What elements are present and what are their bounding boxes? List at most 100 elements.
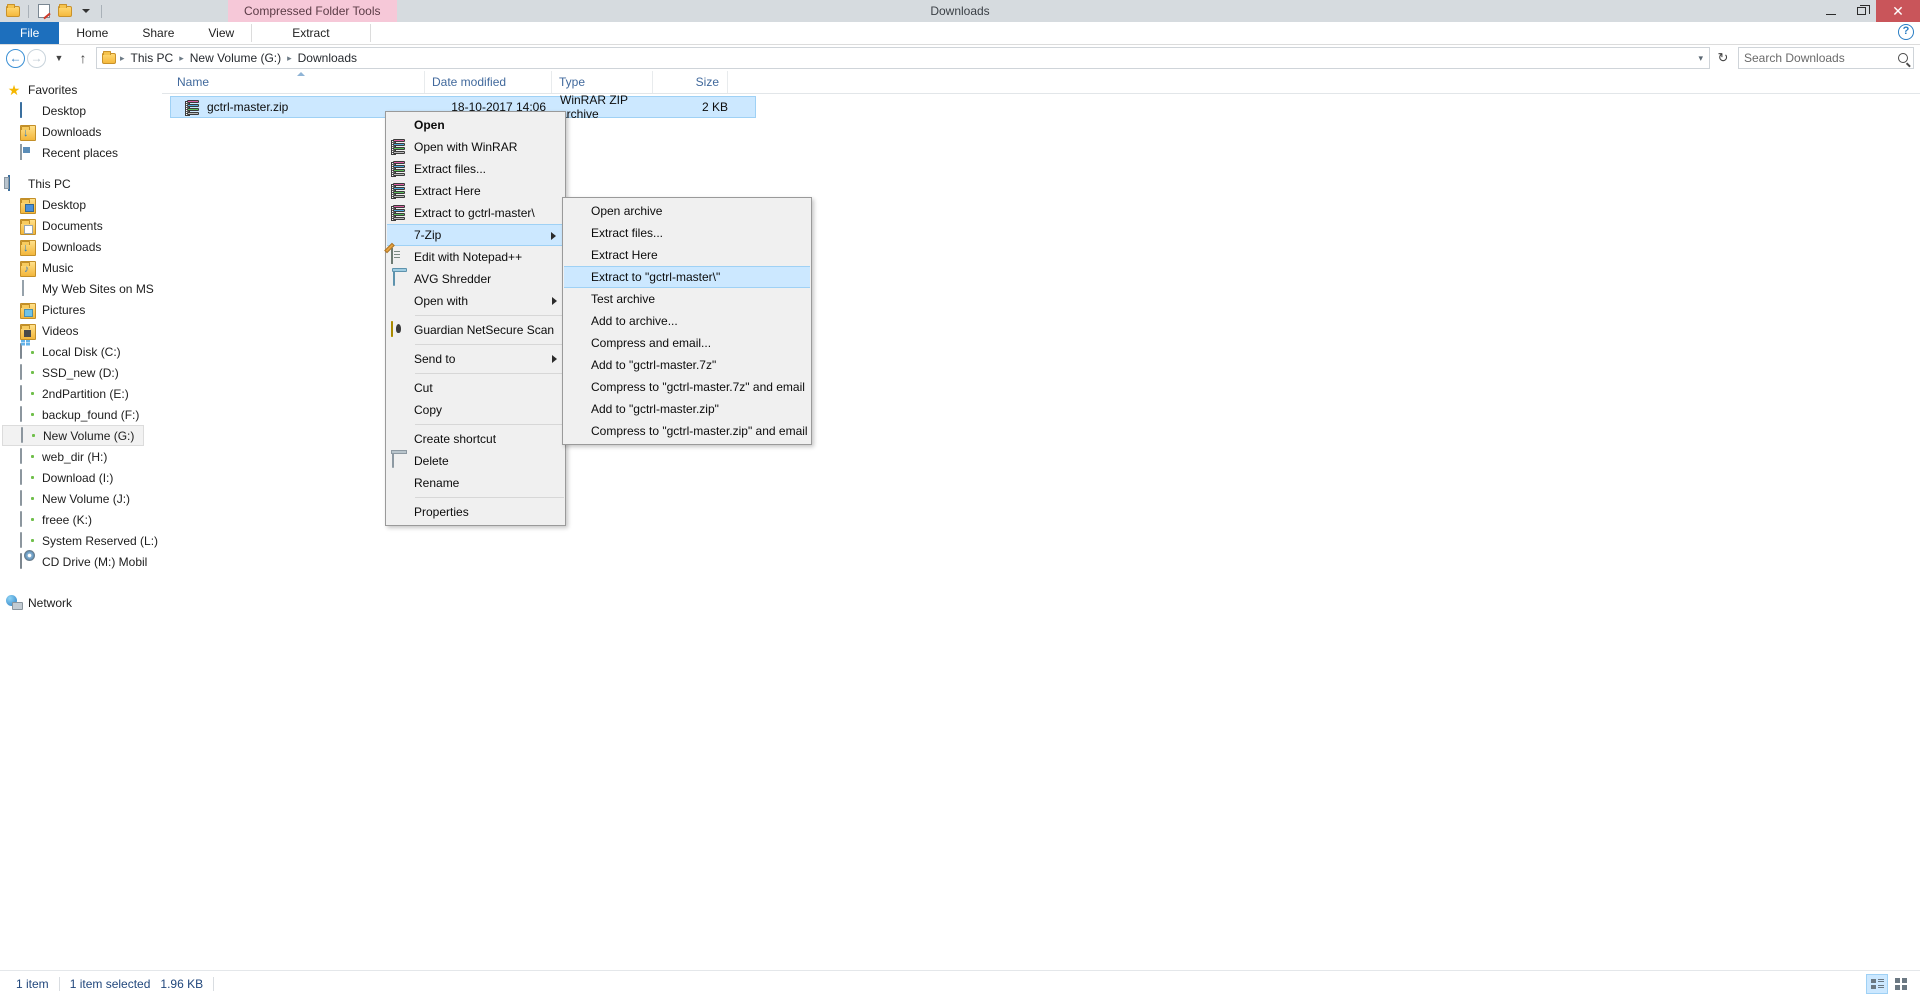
submenu-item-add-to-archive[interactable]: Add to archive...	[563, 310, 811, 332]
refresh-icon[interactable]: ↻	[1712, 47, 1734, 69]
menu-item-extract-files[interactable]: Extract files...	[386, 158, 565, 180]
menu-item-rename[interactable]: Rename	[386, 472, 565, 494]
sidebar-item-freee-k[interactable]: freee (K:)	[0, 509, 162, 530]
sidebar-item-new-volume-g[interactable]: New Volume (G:)	[2, 425, 144, 446]
tab-extract[interactable]: Extract	[252, 22, 369, 44]
properties-icon[interactable]	[35, 2, 53, 20]
menu-item-label: Extract Here	[414, 184, 481, 198]
menu-item-guardian-netsecure-scan[interactable]: Guardian NetSecure Scan	[386, 319, 565, 341]
column-header-name[interactable]: Name	[170, 71, 425, 93]
sidebar-item-videos[interactable]: Videos	[0, 320, 162, 341]
new-folder-icon[interactable]	[56, 2, 74, 20]
breadcrumb-separator-1[interactable]: ▸	[177, 53, 186, 64]
folder-pictures-icon	[20, 303, 36, 319]
details-view-button[interactable]	[1866, 974, 1888, 994]
search-icon[interactable]	[1898, 53, 1908, 63]
breadcrumb[interactable]: ▸ This PC ▸ New Volume (G:) ▸ Downloads …	[96, 47, 1710, 69]
sidebar-item-download-i[interactable]: Download (I:)	[0, 467, 162, 488]
sidebar-item-cd-drive-m[interactable]: CD Drive (M:) Mobil	[0, 551, 162, 572]
sidebar-item-my-web-sites[interactable]: My Web Sites on MS	[0, 278, 162, 299]
minimize-button[interactable]	[1816, 0, 1846, 22]
sidebar-item-web-dir-h[interactable]: web_dir (H:)	[0, 446, 162, 467]
sidebar-item-music[interactable]: Music	[0, 257, 162, 278]
breadcrumb-separator-2[interactable]: ▸	[285, 53, 294, 64]
menu-item-extract-to-folder[interactable]: Extract to gctrl-master\	[386, 202, 565, 224]
sidebar-item-desktop[interactable]: Desktop	[0, 100, 162, 121]
sidebar-item-2ndpartition-e[interactable]: 2ndPartition (E:)	[0, 383, 162, 404]
submenu-item-compress-to-7z-and-email[interactable]: Compress to "gctrl-master.7z" and email	[563, 376, 811, 398]
menu-item-copy[interactable]: Copy	[386, 399, 565, 421]
navigation-pane[interactable]: ★ Favorites Desktop Downloads Recent pla…	[0, 71, 162, 970]
sidebar-item-pictures[interactable]: Pictures	[0, 299, 162, 320]
maximize-restore-button[interactable]	[1846, 0, 1876, 22]
menu-item-label: Extract to "gctrl-master\"	[591, 270, 721, 284]
submenu-item-compress-and-email[interactable]: Compress and email...	[563, 332, 811, 354]
menu-item-send-to[interactable]: Send to	[386, 348, 565, 370]
sidebar-item-documents[interactable]: Documents	[0, 215, 162, 236]
sidebar-item-backup-found-f[interactable]: backup_found (F:)	[0, 404, 162, 425]
submenu-item-add-to-zip[interactable]: Add to "gctrl-master.zip"	[563, 398, 811, 420]
sidebar-group-label: Favorites	[28, 82, 78, 97]
tab-share[interactable]: Share	[125, 22, 191, 44]
recent-locations-chevron-down-icon[interactable]: ▼	[48, 47, 70, 69]
sidebar-item-downloads-pc[interactable]: Downloads	[0, 236, 162, 257]
sidebar-group-network[interactable]: Network	[0, 592, 162, 613]
large-icons-view-button[interactable]	[1890, 974, 1912, 994]
column-header-size[interactable]: Size	[653, 71, 728, 93]
submenu-item-compress-to-zip-and-email[interactable]: Compress to "gctrl-master.zip" and email	[563, 420, 811, 442]
submenu-item-extract-to-folder[interactable]: Extract to "gctrl-master\"	[564, 266, 810, 288]
submenu-item-add-to-7z[interactable]: Add to "gctrl-master.7z"	[563, 354, 811, 376]
submenu-item-open-archive[interactable]: Open archive	[563, 200, 811, 222]
up-button[interactable]: ↑	[72, 47, 94, 69]
breadcrumb-item-this-pc[interactable]: This PC	[128, 51, 177, 65]
column-header-type[interactable]: Type	[552, 71, 653, 93]
sidebar-item-downloads[interactable]: Downloads	[0, 121, 162, 142]
sidebar-item-label: Desktop	[42, 197, 87, 212]
menu-item-label: Copy	[414, 403, 443, 417]
column-header-date-modified[interactable]: Date modified	[425, 71, 552, 93]
context-menu[interactable]: Open Open with WinRAR Extract files... E…	[385, 111, 566, 526]
breadcrumb-item-new-volume-g[interactable]: New Volume (G:)	[187, 51, 284, 65]
menu-item-delete[interactable]: Delete	[386, 450, 565, 472]
menu-item-edit-with-notepadpp[interactable]: Edit with Notepad++	[386, 246, 565, 268]
back-button[interactable]: ←	[6, 48, 25, 68]
tab-file[interactable]: File	[0, 22, 60, 44]
breadcrumb-item-downloads[interactable]: Downloads	[295, 51, 360, 65]
breadcrumb-separator-0[interactable]: ▸	[118, 53, 127, 64]
explorer-folder-icon[interactable]	[4, 2, 22, 20]
sidebar-item-new-volume-j[interactable]: New Volume (J:)	[0, 488, 162, 509]
sidebar-item-label: backup_found (F:)	[42, 407, 140, 422]
submenu-item-extract-here[interactable]: Extract Here	[563, 244, 811, 266]
menu-item-properties[interactable]: Properties	[386, 501, 565, 523]
menu-item-open-with-winrar[interactable]: Open with WinRAR	[386, 136, 565, 158]
close-button[interactable]: ✕	[1876, 0, 1920, 22]
forward-button[interactable]: →	[27, 48, 46, 68]
cd-drive-icon	[20, 552, 36, 570]
sidebar-group-favorites[interactable]: ★ Favorites	[0, 79, 162, 100]
menu-item-cut[interactable]: Cut	[386, 377, 565, 399]
sidebar-item-local-disk-c[interactable]: Local Disk (C:)	[0, 341, 162, 362]
help-icon[interactable]: ?	[1898, 24, 1914, 40]
menu-item-open-with[interactable]: Open with	[386, 290, 565, 312]
sidebar-item-desktop-pc[interactable]: Desktop	[0, 194, 162, 215]
menu-item-7-zip[interactable]: 7-Zip	[387, 224, 564, 246]
menu-item-open[interactable]: Open	[386, 114, 565, 136]
sidebar-item-recent-places[interactable]: Recent places	[0, 142, 162, 163]
tab-home[interactable]: Home	[59, 22, 125, 44]
sidebar-item-system-reserved-l[interactable]: System Reserved (L:)	[0, 530, 162, 551]
submenu-item-extract-files[interactable]: Extract files...	[563, 222, 811, 244]
sidebar-item-ssd-new-d[interactable]: SSD_new (D:)	[0, 362, 162, 383]
search-input[interactable]: Search Downloads	[1738, 47, 1914, 69]
menu-item-avg-shredder[interactable]: AVG Shredder	[386, 268, 565, 290]
tab-view[interactable]: View	[191, 22, 251, 44]
sidebar-group-this-pc[interactable]: This PC	[0, 173, 162, 194]
submenu-item-test-archive[interactable]: Test archive	[563, 288, 811, 310]
winrar-archive-icon	[185, 99, 200, 116]
submenu-7-zip[interactable]: Open archive Extract files... Extract He…	[562, 197, 812, 445]
breadcrumb-chevron-down-icon[interactable]: ▾	[1698, 53, 1705, 64]
menu-item-create-shortcut[interactable]: Create shortcut	[386, 428, 565, 450]
menu-item-label: Open with	[414, 294, 469, 308]
sidebar-item-label: SSD_new (D:)	[42, 365, 119, 380]
qat-chevron-down-icon[interactable]	[77, 2, 95, 20]
menu-item-extract-here[interactable]: Extract Here	[386, 180, 565, 202]
